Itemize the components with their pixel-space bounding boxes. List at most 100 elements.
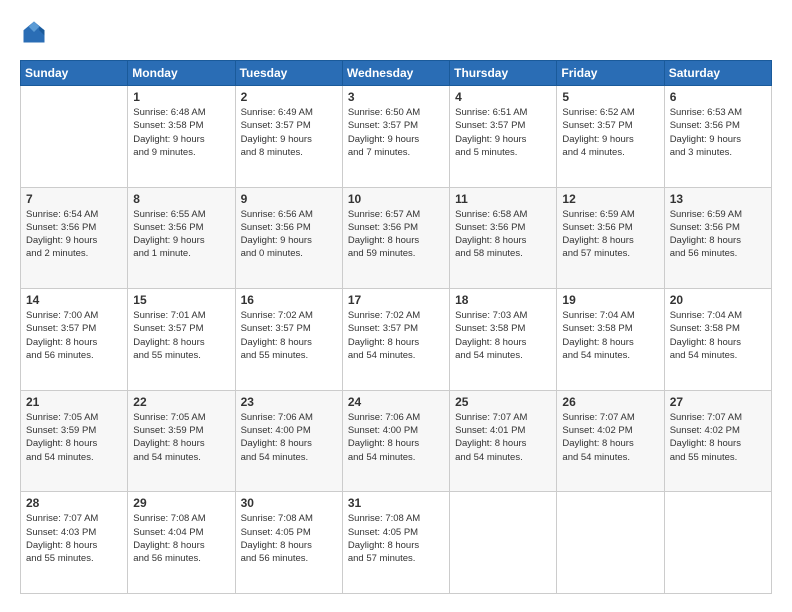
day-info: Sunrise: 6:55 AM Sunset: 3:56 PM Dayligh… [133, 208, 229, 261]
day-cell: 28Sunrise: 7:07 AM Sunset: 4:03 PM Dayli… [21, 492, 128, 594]
day-info: Sunrise: 7:07 AM Sunset: 4:03 PM Dayligh… [26, 512, 122, 565]
weekday-monday: Monday [128, 61, 235, 86]
day-cell: 8 Sunrise: 6:55 AM Sunset: 3:56 PM Daylig… [128, 187, 235, 289]
day-number: 17 [348, 293, 444, 307]
day-number: 1 [133, 90, 229, 104]
day-info: Sunrise: 7:08 AM Sunset: 4:05 PM Dayligh… [348, 512, 444, 565]
day-number: 19 [562, 293, 658, 307]
day-cell: 29 Sunrise: 7:08 AM Sunset: 4:04 PM Dayli… [128, 492, 235, 594]
day-info: Sunrise: 7:07 AM Sunset: 4:01 PM Dayligh… [455, 411, 551, 464]
weekday-friday: Friday [557, 61, 664, 86]
weekday-saturday: Saturday [664, 61, 771, 86]
page: SundayMondayTuesdayWednesdayThursdayFrid… [0, 0, 792, 612]
day-info: Sunrise: 7:07 AM Sunset: 4:02 PM Dayligh… [562, 411, 658, 464]
day-cell [557, 492, 664, 594]
day-cell: 5 Sunrise: 6:52 AM Sunset: 3:57 PM Daylig… [557, 86, 664, 188]
day-info: Sunrise: 6:56 AM Sunset: 3:56 PM Dayligh… [241, 208, 337, 261]
day-info: Sunrise: 7:02 AM Sunset: 3:57 PM Dayligh… [348, 309, 444, 362]
day-info: Sunrise: 6:48 AM Sunset: 3:58 PM Dayligh… [133, 106, 229, 159]
day-number: 30 [241, 496, 337, 510]
weekday-sunday: Sunday [21, 61, 128, 86]
week-row-4: 21 Sunrise: 7:05 AM Sunset: 3:59 PM Dayli… [21, 390, 772, 492]
day-info: Sunrise: 7:08 AM Sunset: 4:05 PM Dayligh… [241, 512, 337, 565]
day-info: Sunrise: 7:05 AM Sunset: 3:59 PM Dayligh… [26, 411, 122, 464]
weekday-thursday: Thursday [450, 61, 557, 86]
day-info: Sunrise: 6:58 AM Sunset: 3:56 PM Dayligh… [455, 208, 551, 261]
day-cell: 23 Sunrise: 7:06 AM Sunset: 4:00 PM Dayli… [235, 390, 342, 492]
day-cell: 13 Sunrise: 6:59 AM Sunset: 3:56 PM Dayli… [664, 187, 771, 289]
day-number: 27 [670, 395, 766, 409]
day-number: 18 [455, 293, 551, 307]
day-info: Sunrise: 6:59 AM Sunset: 3:56 PM Dayligh… [562, 208, 658, 261]
day-cell: 6Sunrise: 6:53 AM Sunset: 3:56 PM Daylig… [664, 86, 771, 188]
day-number: 24 [348, 395, 444, 409]
week-row-2: 7 Sunrise: 6:54 AM Sunset: 3:56 PM Daylig… [21, 187, 772, 289]
day-number: 6 [670, 90, 766, 104]
day-cell: 19 Sunrise: 7:04 AM Sunset: 3:58 PM Dayli… [557, 289, 664, 391]
day-info: Sunrise: 7:07 AM Sunset: 4:02 PM Dayligh… [670, 411, 766, 464]
day-cell: 30 Sunrise: 7:08 AM Sunset: 4:05 PM Dayli… [235, 492, 342, 594]
day-number: 4 [455, 90, 551, 104]
day-info: Sunrise: 7:01 AM Sunset: 3:57 PM Dayligh… [133, 309, 229, 362]
day-number: 9 [241, 192, 337, 206]
day-number: 13 [670, 192, 766, 206]
day-info: Sunrise: 6:49 AM Sunset: 3:57 PM Dayligh… [241, 106, 337, 159]
day-number: 20 [670, 293, 766, 307]
day-cell [664, 492, 771, 594]
day-cell: 11 Sunrise: 6:58 AM Sunset: 3:56 PM Dayli… [450, 187, 557, 289]
day-cell: 18 Sunrise: 7:03 AM Sunset: 3:58 PM Dayli… [450, 289, 557, 391]
day-cell: 9 Sunrise: 6:56 AM Sunset: 3:56 PM Daylig… [235, 187, 342, 289]
day-cell: 21 Sunrise: 7:05 AM Sunset: 3:59 PM Dayli… [21, 390, 128, 492]
day-cell: 26 Sunrise: 7:07 AM Sunset: 4:02 PM Dayli… [557, 390, 664, 492]
day-number: 16 [241, 293, 337, 307]
day-info: Sunrise: 7:02 AM Sunset: 3:57 PM Dayligh… [241, 309, 337, 362]
day-cell: 31 Sunrise: 7:08 AM Sunset: 4:05 PM Dayli… [342, 492, 449, 594]
day-cell: 16 Sunrise: 7:02 AM Sunset: 3:57 PM Dayli… [235, 289, 342, 391]
day-cell: 27 Sunrise: 7:07 AM Sunset: 4:02 PM Dayli… [664, 390, 771, 492]
day-cell: 17 Sunrise: 7:02 AM Sunset: 3:57 PM Dayli… [342, 289, 449, 391]
day-number: 23 [241, 395, 337, 409]
day-info: Sunrise: 7:03 AM Sunset: 3:58 PM Dayligh… [455, 309, 551, 362]
day-info: Sunrise: 6:50 AM Sunset: 3:57 PM Dayligh… [348, 106, 444, 159]
day-number: 31 [348, 496, 444, 510]
day-cell: 1 Sunrise: 6:48 AM Sunset: 3:58 PM Daylig… [128, 86, 235, 188]
day-cell: 2 Sunrise: 6:49 AM Sunset: 3:57 PM Daylig… [235, 86, 342, 188]
day-number: 8 [133, 192, 229, 206]
header [20, 18, 772, 46]
day-number: 7 [26, 192, 122, 206]
day-cell [21, 86, 128, 188]
day-info: Sunrise: 6:52 AM Sunset: 3:57 PM Dayligh… [562, 106, 658, 159]
logo-icon [20, 18, 48, 46]
day-number: 11 [455, 192, 551, 206]
day-number: 14 [26, 293, 122, 307]
day-info: Sunrise: 7:06 AM Sunset: 4:00 PM Dayligh… [348, 411, 444, 464]
day-number: 12 [562, 192, 658, 206]
day-number: 5 [562, 90, 658, 104]
day-cell: 15 Sunrise: 7:01 AM Sunset: 3:57 PM Dayli… [128, 289, 235, 391]
weekday-header-row: SundayMondayTuesdayWednesdayThursdayFrid… [21, 61, 772, 86]
day-number: 3 [348, 90, 444, 104]
week-row-3: 14Sunrise: 7:00 AM Sunset: 3:57 PM Dayli… [21, 289, 772, 391]
day-info: Sunrise: 7:08 AM Sunset: 4:04 PM Dayligh… [133, 512, 229, 565]
day-info: Sunrise: 7:04 AM Sunset: 3:58 PM Dayligh… [670, 309, 766, 362]
day-number: 29 [133, 496, 229, 510]
day-cell: 14Sunrise: 7:00 AM Sunset: 3:57 PM Dayli… [21, 289, 128, 391]
day-info: Sunrise: 6:54 AM Sunset: 3:56 PM Dayligh… [26, 208, 122, 261]
day-info: Sunrise: 7:06 AM Sunset: 4:00 PM Dayligh… [241, 411, 337, 464]
day-info: Sunrise: 6:59 AM Sunset: 3:56 PM Dayligh… [670, 208, 766, 261]
day-cell: 20 Sunrise: 7:04 AM Sunset: 3:58 PM Dayli… [664, 289, 771, 391]
day-info: Sunrise: 7:04 AM Sunset: 3:58 PM Dayligh… [562, 309, 658, 362]
day-number: 26 [562, 395, 658, 409]
day-cell [450, 492, 557, 594]
day-cell: 24 Sunrise: 7:06 AM Sunset: 4:00 PM Dayli… [342, 390, 449, 492]
day-cell: 22Sunrise: 7:05 AM Sunset: 3:59 PM Dayli… [128, 390, 235, 492]
day-number: 22 [133, 395, 229, 409]
day-number: 15 [133, 293, 229, 307]
day-info: Sunrise: 6:57 AM Sunset: 3:56 PM Dayligh… [348, 208, 444, 261]
day-number: 25 [455, 395, 551, 409]
day-number: 2 [241, 90, 337, 104]
day-cell: 25 Sunrise: 7:07 AM Sunset: 4:01 PM Dayli… [450, 390, 557, 492]
day-cell: 4Sunrise: 6:51 AM Sunset: 3:57 PM Daylig… [450, 86, 557, 188]
day-number: 21 [26, 395, 122, 409]
week-row-5: 28Sunrise: 7:07 AM Sunset: 4:03 PM Dayli… [21, 492, 772, 594]
